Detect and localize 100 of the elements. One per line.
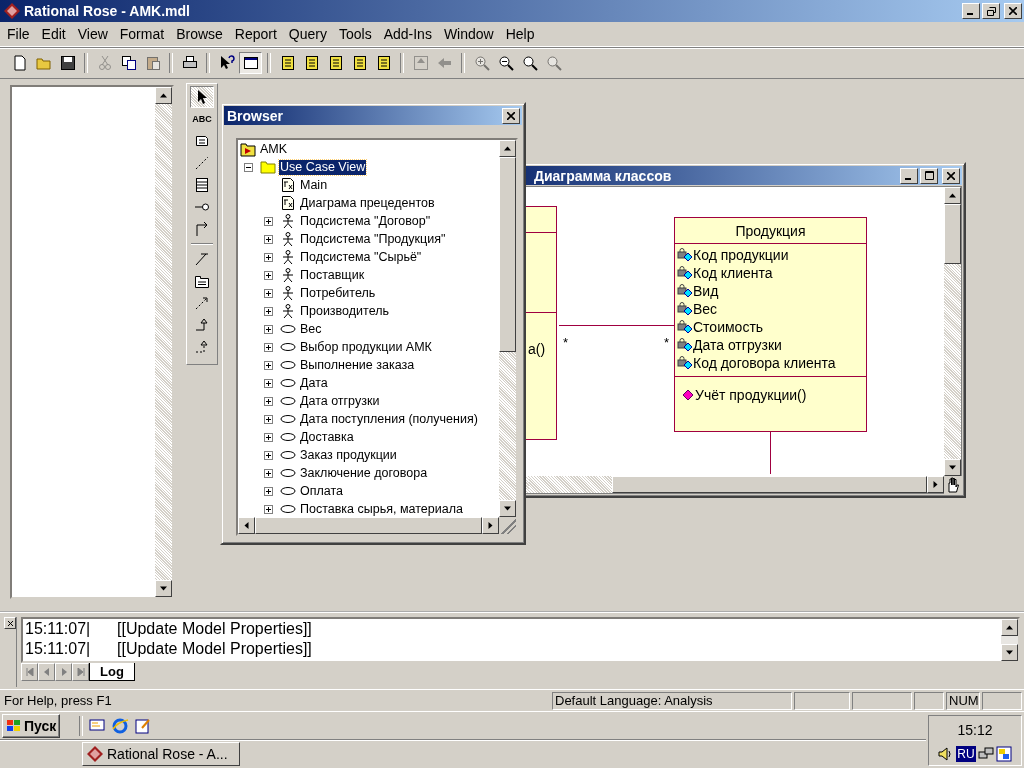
notepad-icon[interactable] [134, 716, 153, 735]
collapse-toggle[interactable] [244, 162, 253, 172]
log-tab[interactable]: Log [89, 663, 135, 681]
maximize-button[interactable] [920, 167, 938, 184]
scroll-thumb[interactable] [255, 517, 482, 534]
expand-toggle[interactable] [264, 234, 273, 244]
menu-item[interactable]: Add-Ins [377, 26, 438, 42]
window-title: Rational Rose - AMK.mdl [24, 3, 191, 19]
tree-item[interactable]: Доставка [299, 429, 355, 445]
status-pane [852, 691, 912, 710]
tree-item[interactable]: Вес [299, 321, 323, 337]
tree-item[interactable]: Заключение договора [299, 465, 429, 481]
scroll-thumb[interactable] [499, 157, 516, 352]
menu-item[interactable]: Format [113, 26, 171, 42]
expand-toggle[interactable] [264, 468, 273, 478]
expand-toggle[interactable] [264, 216, 273, 226]
tree-item[interactable]: Выполнение заказа [299, 357, 416, 373]
expand-toggle[interactable] [264, 504, 273, 514]
down-scroll-button[interactable] [1001, 644, 1018, 661]
tree-item[interactable]: Дата отгрузки [299, 393, 381, 409]
browser-icon[interactable] [111, 716, 130, 735]
help-pointer-icon [218, 55, 235, 71]
up-triangle-icon [160, 92, 167, 99]
expand-toggle[interactable] [264, 396, 273, 406]
tree-item[interactable]: Потребитель [299, 285, 377, 301]
minimize-button[interactable] [962, 3, 980, 19]
tab-scroll-button[interactable] [38, 663, 55, 681]
up-scroll-button[interactable] [499, 140, 516, 157]
down-scroll-button[interactable] [499, 500, 516, 517]
minimize-button[interactable] [900, 167, 918, 184]
network-icon[interactable] [977, 746, 994, 762]
expand-toggle[interactable] [264, 450, 273, 460]
actor-icon [280, 231, 296, 247]
up-scroll-button[interactable] [155, 87, 172, 104]
start-button[interactable]: Пуск [2, 713, 61, 738]
close-button[interactable] [4, 617, 16, 629]
scissors-icon [96, 55, 113, 71]
tool-button[interactable] [190, 86, 214, 108]
menu-item[interactable]: Report [228, 26, 283, 42]
scroll-thumb[interactable] [944, 204, 961, 264]
expand-toggle[interactable] [264, 360, 273, 370]
right-scroll-button[interactable] [482, 517, 499, 534]
menu-item[interactable]: Help [499, 26, 541, 42]
left-scroll-button[interactable] [238, 517, 255, 534]
resize-grip[interactable] [499, 517, 516, 534]
taskbar-button[interactable]: Rational Rose - A... [82, 742, 240, 766]
tree-item[interactable]: Выбор продукции АМК [299, 339, 433, 355]
toolbar-button[interactable] [239, 52, 262, 74]
folder-icon [260, 159, 276, 175]
expand-toggle[interactable] [264, 252, 273, 262]
menu-item[interactable]: Tools [332, 26, 378, 42]
language-indicator[interactable]: RU [956, 746, 976, 762]
tool-button[interactable]: ABC [190, 108, 214, 130]
tab-scroll-button[interactable] [72, 663, 89, 681]
down-scroll-button[interactable] [155, 580, 172, 597]
close-button[interactable] [502, 107, 520, 124]
restore-button[interactable] [982, 3, 1000, 19]
expand-toggle[interactable] [264, 414, 273, 424]
menu-item[interactable]: Edit [35, 26, 72, 42]
expand-toggle[interactable] [264, 270, 273, 280]
hand-icon[interactable] [944, 476, 962, 494]
expand-toggle[interactable] [264, 432, 273, 442]
tree-item[interactable]: Поставщик [299, 267, 366, 283]
menu-item[interactable]: Window [437, 26, 500, 42]
expand-toggle[interactable] [264, 288, 273, 298]
tree-item[interactable]: Диаграма прецедентов [299, 195, 436, 211]
attribute-text: Вес [693, 301, 718, 317]
expand-toggle[interactable] [264, 306, 273, 316]
tree-item[interactable]: Main [299, 177, 329, 193]
tree-item[interactable]: Дата поступления (получения) [299, 411, 479, 427]
tree-item[interactable]: AMK [259, 141, 289, 157]
private-attribute-icon [677, 266, 693, 280]
tree-item[interactable]: Подсистема "Сырьё" [299, 249, 423, 265]
tab-scroll-button[interactable] [55, 663, 72, 681]
right-scroll-button[interactable] [927, 476, 944, 493]
expand-toggle[interactable] [264, 324, 273, 334]
menu-item[interactable]: Browse [170, 26, 229, 42]
display-icon[interactable] [995, 746, 1012, 762]
expand-toggle[interactable] [264, 378, 273, 388]
up-scroll-button[interactable] [944, 187, 961, 204]
close-button[interactable] [1004, 3, 1022, 19]
expand-toggle[interactable] [264, 342, 273, 352]
expand-toggle[interactable] [264, 486, 273, 496]
tree-item[interactable]: Use Case View [279, 159, 367, 175]
tree-item[interactable]: Подсистема "Договор" [299, 213, 432, 229]
tree-item[interactable]: Оплата [299, 483, 344, 499]
up-scroll-button[interactable] [1001, 619, 1018, 636]
down-triangle-icon [949, 464, 956, 471]
close-button[interactable] [942, 167, 960, 184]
menu-item[interactable]: View [71, 26, 114, 42]
tree-item[interactable]: Заказ продукции [299, 447, 398, 463]
menu-item[interactable]: File [1, 26, 36, 42]
tree-item[interactable]: Дата [299, 375, 329, 391]
menu-item[interactable]: Query [282, 26, 333, 42]
scroll-thumb[interactable] [612, 476, 927, 493]
tab-scroll-button[interactable] [21, 663, 38, 681]
tree-item[interactable]: Производитель [299, 303, 390, 319]
down-scroll-button[interactable] [944, 459, 961, 476]
tree-item[interactable]: Поставка сырья, материала [299, 501, 464, 517]
tree-item[interactable]: Подсистема "Продукция" [299, 231, 447, 247]
